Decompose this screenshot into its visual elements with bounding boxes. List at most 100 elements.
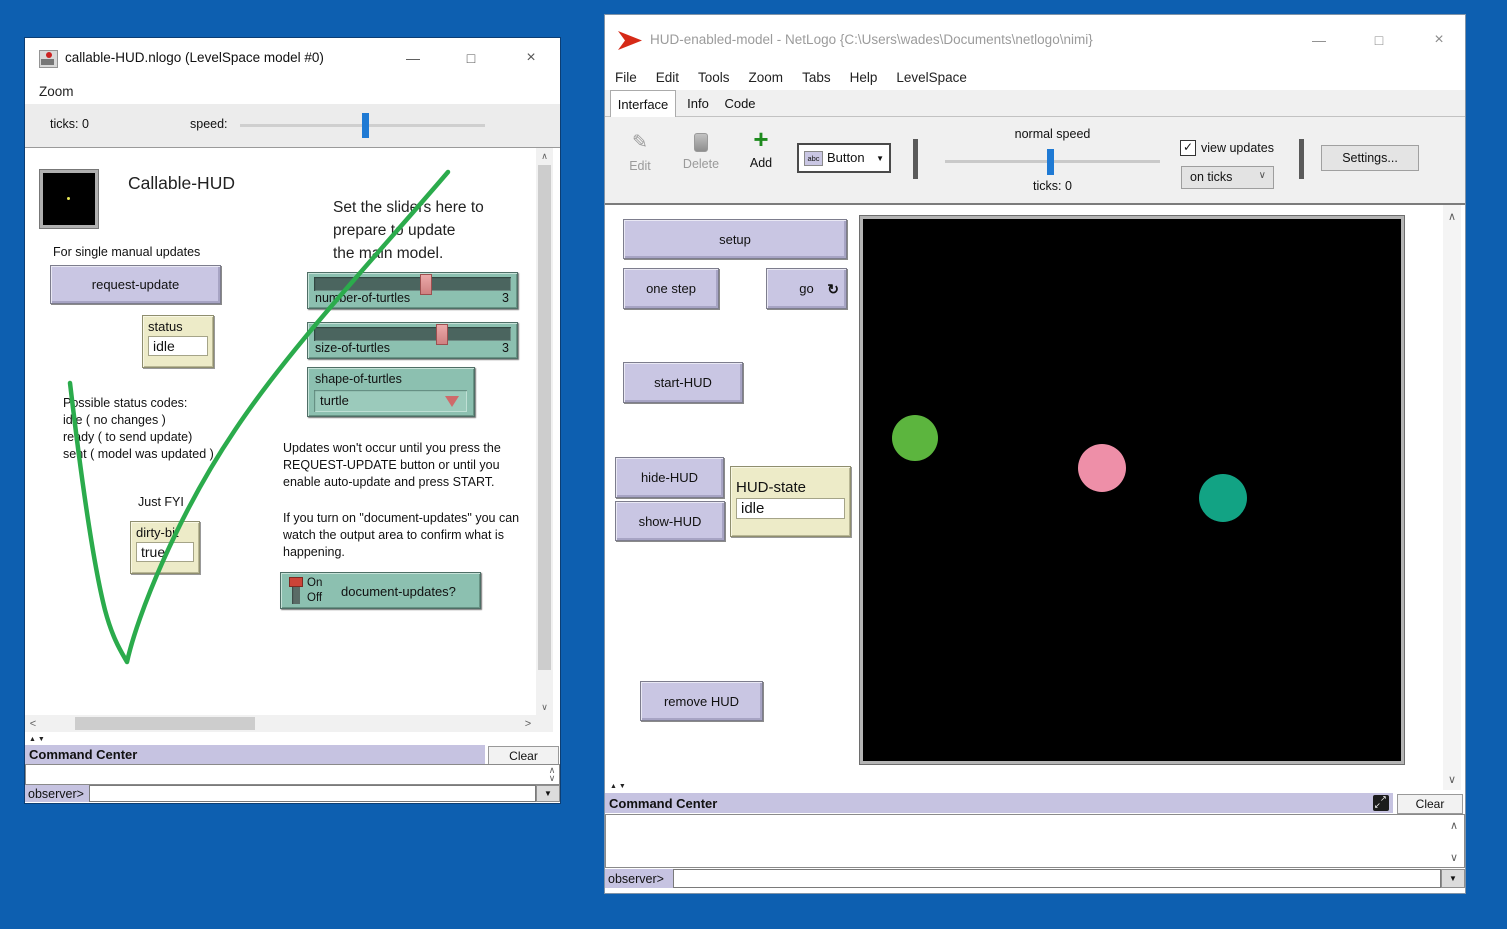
maximize-icon[interactable]: □ [1357,15,1401,65]
scroll-down-icon[interactable]: ∨ [1443,772,1461,786]
one-step-button[interactable]: one step [623,268,719,309]
scroll-down-icon[interactable]: ∨ [547,774,557,783]
request-update-label: request-update [92,277,179,292]
history-dropdown-button[interactable]: ▼ [536,785,560,802]
scroll-up-icon[interactable]: ∧ [536,148,553,164]
splitter-handle[interactable]: ▲▼ [610,783,628,790]
command-center-header[interactable]: Command Center [605,793,1393,813]
widget-type-dropdown[interactable]: abc Button ▼ [797,143,891,173]
clear-button[interactable]: Clear [1397,794,1463,814]
speed-slider-handle[interactable] [1047,149,1054,175]
status-codes-line: ready ( to send update) [63,429,214,446]
command-center-output[interactable]: ∧ ∨ [605,814,1465,868]
settings-button[interactable]: Settings... [1321,145,1419,171]
scroll-corner [536,715,553,732]
chevron-down-icon [445,396,459,407]
turtle-pink [1078,444,1126,492]
minimize-icon[interactable]: — [1297,15,1341,65]
scroll-down-icon[interactable]: ∨ [1448,852,1460,862]
interface-vertical-scrollbar[interactable]: ∧ ∨ [1443,205,1461,790]
model-icon-red-dot [46,52,52,58]
turtle-teal [1199,474,1247,522]
tab-row: Interface Info Code [605,90,1465,117]
command-center-header[interactable]: Command Center [25,745,485,764]
clear-button[interactable]: Clear [488,746,559,765]
request-update-button[interactable]: request-update [50,265,221,304]
settings-label: Settings... [1342,151,1398,165]
switch-on-label: On [307,576,322,591]
start-hud-button[interactable]: start-HUD [623,362,743,403]
menu-tools[interactable]: Tools [698,70,730,85]
scroll-down-icon[interactable]: ∨ [536,699,553,715]
close-icon[interactable]: × [509,38,553,78]
add-button[interactable]: + Add [739,127,783,191]
tab-info[interactable]: Info [678,90,718,117]
arrow-ne-icon: ↗ [1380,794,1387,803]
desktop: { "colors": { "desktop": "#0d5fb0", "acc… [0,0,1507,929]
left-horizontal-scrollbar[interactable]: < > [25,715,536,732]
scroll-left-icon[interactable]: < [25,715,41,732]
tab-interface[interactable]: Interface [610,90,676,117]
command-input[interactable] [89,785,536,802]
setup-button[interactable]: setup [623,219,847,259]
mini-turtle-dot [67,197,70,200]
view-updates-checkbox[interactable]: ✓ [1180,140,1196,156]
size-of-turtles-slider: size-of-turtles 3 [307,322,518,359]
chooser-box[interactable]: turtle [314,390,467,412]
history-dropdown-button[interactable]: ▼ [1441,869,1465,888]
slider-track[interactable] [314,327,511,341]
left-vertical-scrollbar[interactable]: ∧ ∨ [536,148,553,715]
hide-hud-button[interactable]: hide-HUD [615,457,724,498]
status-codes-line: Possible status codes: [63,395,214,412]
go-button[interactable]: go ↻ [766,268,847,309]
toolbar-separator [1299,139,1304,179]
speed-slider-handle[interactable] [362,113,369,138]
switch-toggle[interactable] [289,577,303,605]
maximize-icon[interactable]: □ [449,38,493,78]
menu-zoom[interactable]: Zoom [749,70,784,85]
edit-button[interactable]: ✎ Edit [617,131,663,191]
clear-label: Clear [1416,797,1445,811]
switch-knob[interactable] [289,577,303,587]
splitter-handle[interactable]: ▲▼ [29,736,47,743]
document-updates-switch[interactable]: On Off document-updates? [280,572,481,609]
show-hud-button[interactable]: show-HUD [615,501,725,541]
netlogo-logo-icon [618,31,642,50]
command-input[interactable] [673,869,1441,888]
close-icon[interactable]: × [1417,15,1461,65]
tab-info-label: Info [687,96,709,111]
model-icon-base [41,59,54,65]
menu-tabs[interactable]: Tabs [802,70,831,85]
observer-prompt: observer> [25,785,89,802]
expand-icon[interactable]: ↗ ↙ [1373,795,1389,811]
scroll-right-icon[interactable]: > [520,715,536,732]
menu-levelspace[interactable]: LevelSpace [896,70,967,85]
remove-hud-button[interactable]: remove HUD [640,681,763,721]
dirty-bit-label: dirty-bit [136,525,194,540]
scroll-up-icon[interactable]: ∧ [1448,820,1460,830]
status-codes-note: Possible status codes: idle ( no changes… [63,395,214,463]
tab-code[interactable]: Code [718,90,762,117]
slider-track[interactable] [314,277,511,291]
scroll-thumb[interactable] [75,717,255,730]
slider-value: 3 [502,291,509,305]
single-updates-note: For single manual updates [53,245,200,259]
world-view[interactable] [860,216,1404,764]
scroll-up-icon[interactable]: ∧ [1443,209,1461,223]
model-window-icon [39,50,58,68]
status-monitor: status idle [142,315,214,368]
command-center-output[interactable]: ∧ ∨ [25,764,560,785]
scroll-thumb[interactable] [538,165,551,670]
hud-state-monitor: HUD-state idle [730,466,851,537]
model-title: Callable-HUD [128,173,235,194]
shape-of-turtles-chooser[interactable]: shape-of-turtles turtle [307,367,475,417]
menu-zoom[interactable]: Zoom [39,84,74,99]
menu-help[interactable]: Help [850,70,878,85]
menu-file[interactable]: File [615,70,637,85]
ticks-counter: ticks: 0 [50,117,89,131]
minimize-icon[interactable]: — [391,38,435,78]
delete-button[interactable]: Delete [675,131,727,191]
update-mode-dropdown[interactable]: on ticks ∨ [1181,166,1274,189]
hud-state-value: idle [736,498,845,519]
menu-edit[interactable]: Edit [656,70,679,85]
